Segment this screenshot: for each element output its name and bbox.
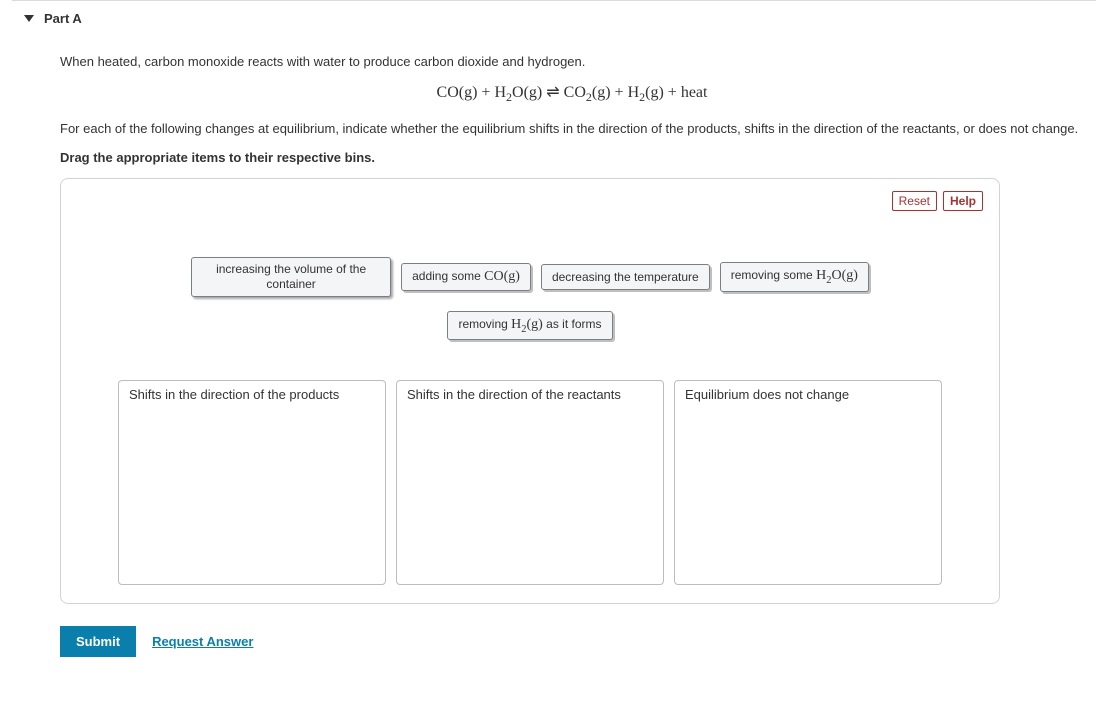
bin-no-change[interactable]: Equilibrium does not change: [674, 380, 942, 585]
drag-instruction: Drag the appropriate items to their resp…: [60, 148, 1084, 168]
action-row: Submit Request Answer: [60, 626, 1084, 657]
item-remove-h2o[interactable]: removing some H2O(g): [720, 262, 869, 292]
item-increase-volume[interactable]: increasing the volume of the container: [191, 257, 391, 297]
item-remove-h2[interactable]: removing H2(g) as it forms: [447, 311, 612, 341]
collapse-triangle-icon: [24, 15, 34, 22]
drag-activity: Reset Help increasing the volume of the …: [60, 178, 1000, 605]
bins-container: Shifts in the direction of the products …: [77, 380, 983, 585]
bin-reactants-title: Shifts in the direction of the reactants: [397, 381, 663, 406]
reaction-equation: CO(g) + H2O(g) ⇌ CO2(g) + H2(g) + heat: [60, 82, 1084, 105]
bin-no-change-title: Equilibrium does not change: [675, 381, 941, 406]
activity-toolbar: Reset Help: [77, 191, 983, 211]
prompt-text: For each of the following changes at equ…: [60, 119, 1084, 139]
part-header[interactable]: Part A: [12, 1, 1096, 36]
bin-products[interactable]: Shifts in the direction of the products: [118, 380, 386, 585]
part-title: Part A: [44, 11, 82, 26]
item-decrease-temp[interactable]: decreasing the temperature: [541, 264, 710, 290]
bin-reactants[interactable]: Shifts in the direction of the reactants: [396, 380, 664, 585]
request-answer-link[interactable]: Request Answer: [152, 634, 253, 649]
bin-products-title: Shifts in the direction of the products: [119, 381, 385, 406]
help-button[interactable]: Help: [943, 191, 983, 211]
reset-button[interactable]: Reset: [892, 191, 937, 211]
submit-button[interactable]: Submit: [60, 626, 136, 657]
item-add-co[interactable]: adding some CO(g): [401, 263, 531, 291]
items-pool: increasing the volume of the container a…: [77, 257, 983, 341]
intro-text: When heated, carbon monoxide reacts with…: [60, 52, 1084, 72]
